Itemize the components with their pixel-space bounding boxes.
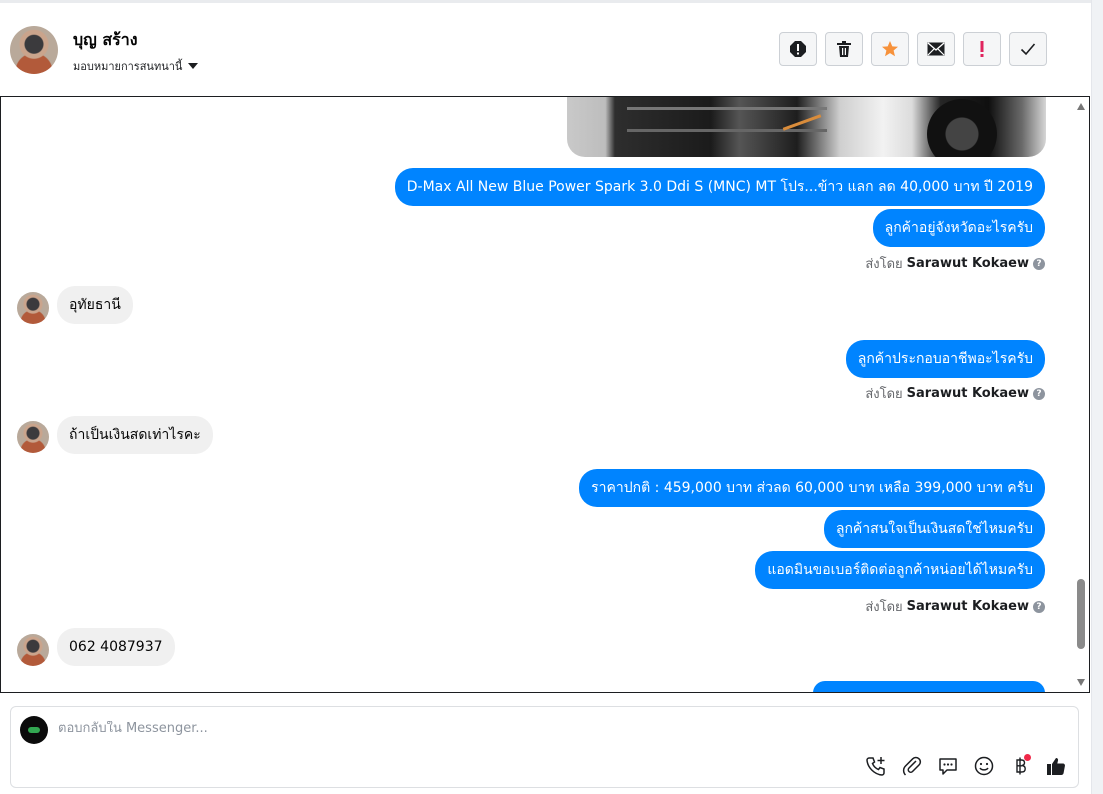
message-thread[interactable]: D-Max All New Blue Power Spark 3.0 Ddi S…: [0, 96, 1090, 693]
reply-composer: [10, 706, 1079, 788]
sender-name: Sarawut Kokaew: [906, 256, 1029, 271]
scroll-up-arrow-icon[interactable]: [1077, 103, 1085, 110]
question-mark-icon[interactable]: ?: [1033, 257, 1045, 270]
sent-by-prefix: ส่งโดย: [865, 387, 903, 402]
incoming-message[interactable]: อุทัยธานี: [57, 286, 133, 324]
envelope-icon: [927, 42, 945, 56]
paperclip-icon: [902, 756, 922, 776]
question-mark-icon[interactable]: ?: [1033, 600, 1045, 613]
image-detail: [927, 99, 997, 157]
trash-icon: [837, 41, 851, 57]
contact-avatar[interactable]: [10, 26, 58, 74]
assign-label: มอบหมายการสนทนานี้: [73, 60, 183, 73]
thread-scrollbar[interactable]: [1074, 97, 1088, 692]
outgoing-message[interactable]: ราคาปกติ : 459,000 บาท ส่วลด 60,000 บาท …: [579, 469, 1045, 507]
outgoing-message[interactable]: แอดมินขอเบอร์ติดต่อลูกค้าหน่อยได้ไหมครับ: [755, 551, 1045, 589]
like-button[interactable]: [1044, 754, 1068, 778]
attach-file-button[interactable]: [900, 754, 924, 778]
exclamation-icon: [980, 41, 984, 57]
call-add-button[interactable]: [864, 754, 888, 778]
conversation-header: บุญ สร้าง มอบหมายการสนทนานี้: [0, 3, 1090, 96]
incoming-message[interactable]: ถ้าเป็นเงินสดเท่าไรคะ: [57, 416, 213, 454]
outgoing-message[interactable]: ลูกค้าสนใจเป็นเงินสดใช่ไหมครับ: [823, 510, 1045, 548]
speech-bubble-icon: [939, 758, 957, 775]
header-actions: [779, 32, 1047, 66]
follow-up-button[interactable]: [963, 32, 1001, 66]
question-mark-icon[interactable]: ?: [1033, 387, 1045, 400]
right-edge-panel: [1091, 0, 1103, 794]
assign-conversation-dropdown[interactable]: มอบหมายการสนทนานี้: [73, 57, 199, 75]
sender-name: Sarawut Kokaew: [906, 386, 1029, 401]
image-detail: [627, 129, 827, 132]
smiley-icon: [974, 756, 994, 776]
contact-avatar-small: [17, 292, 49, 324]
scrollbar-thumb[interactable]: [1077, 579, 1085, 649]
contact-name[interactable]: บุญ สร้าง: [73, 28, 138, 53]
image-attachment[interactable]: [567, 97, 1046, 157]
exclamation-octagon-icon: [790, 41, 806, 57]
contact-avatar-small: [17, 421, 49, 453]
sent-by-label: ส่งโดย Sarawut Kokaew ?: [865, 253, 1045, 274]
mark-done-button[interactable]: [1009, 32, 1047, 66]
outgoing-message[interactable]: ลูกค้าอยู่จังหวัดอะไรครับ: [872, 209, 1045, 247]
thumbs-up-icon: [1047, 758, 1065, 775]
reply-input[interactable]: [58, 721, 958, 736]
call-add-icon: [866, 757, 885, 776]
sent-by-prefix: ส่งโดย: [865, 600, 903, 615]
outgoing-message-partial[interactable]: [813, 681, 1045, 692]
sent-by-label: ส่งโดย Sarawut Kokaew ?: [865, 596, 1045, 617]
sent-by-prefix: ส่งโดย: [865, 257, 903, 272]
sent-by-label: ส่งโดย Sarawut Kokaew ?: [865, 383, 1045, 404]
payment-button[interactable]: [1008, 754, 1032, 778]
incoming-message[interactable]: 062 4087937: [57, 628, 175, 666]
saved-replies-button[interactable]: [936, 754, 960, 778]
star-button[interactable]: [871, 32, 909, 66]
contact-avatar-small: [17, 634, 49, 666]
star-icon: [882, 41, 898, 57]
notification-dot: [1024, 754, 1031, 761]
caret-down-icon: [188, 63, 199, 69]
emoji-button[interactable]: [972, 754, 996, 778]
page-avatar: [20, 716, 48, 744]
image-detail: [627, 107, 827, 110]
spam-button[interactable]: [779, 32, 817, 66]
checkmark-icon: [1020, 43, 1036, 56]
composer-toolbar: [864, 754, 1068, 778]
mark-unread-button[interactable]: [917, 32, 955, 66]
outgoing-message[interactable]: D-Max All New Blue Power Spark 3.0 Ddi S…: [394, 168, 1045, 206]
delete-button[interactable]: [825, 32, 863, 66]
scroll-down-arrow-icon[interactable]: [1077, 679, 1085, 686]
sender-name: Sarawut Kokaew: [906, 599, 1029, 614]
outgoing-message[interactable]: ลูกค้าประกอบอาชีพอะไรครับ: [845, 340, 1045, 378]
